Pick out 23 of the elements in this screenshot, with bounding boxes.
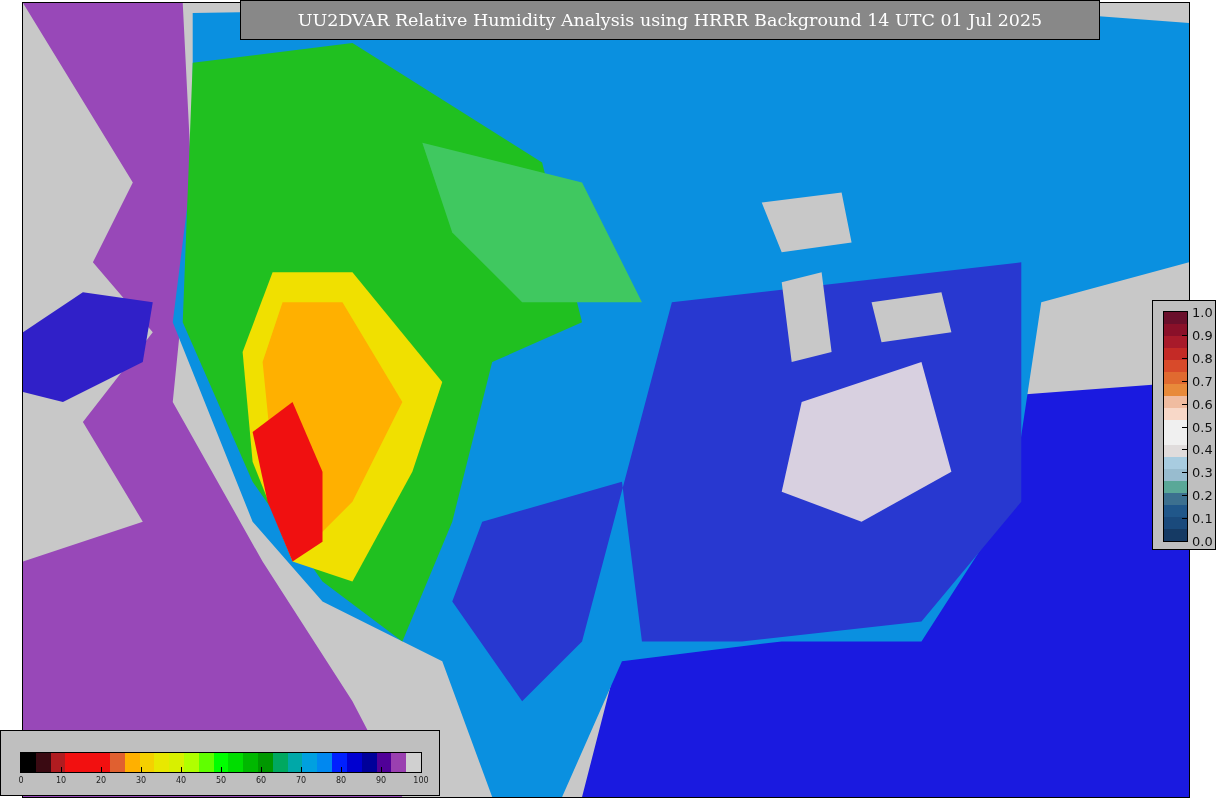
tick-label: 50	[215, 776, 227, 785]
tick-label: 0.5	[1192, 419, 1213, 434]
tick-label: 40	[175, 776, 187, 785]
tick-label: 60	[255, 776, 267, 785]
tick-label: 70	[295, 776, 307, 785]
tick-label: 0.0	[1192, 533, 1213, 549]
tick-label: 0.2	[1192, 487, 1213, 503]
tick-label: 20	[95, 776, 107, 785]
tick-label: 0.6	[1192, 396, 1213, 412]
tick-label: 0.8	[1192, 350, 1213, 366]
tick-label: 90	[375, 776, 387, 785]
tick-label: 10	[55, 776, 67, 785]
tick-label: 100	[413, 776, 429, 785]
tick-label: 0	[18, 776, 24, 785]
tick-label: 30	[135, 776, 147, 785]
tick-label: 0.1	[1192, 510, 1213, 526]
tick-label: 0.3	[1192, 464, 1213, 480]
map-title: UU2DVAR Relative Humidity Analysis using HRRR Background 14 UTC 01 Jul 2025	[297, 10, 1043, 30]
tick-label: 1.0	[1192, 304, 1213, 320]
tick-label: 0.7	[1192, 373, 1213, 389]
tick-label: 0.9	[1192, 327, 1213, 343]
tick-label: 80	[335, 776, 347, 785]
tick-label: 0.4	[1192, 441, 1213, 457]
